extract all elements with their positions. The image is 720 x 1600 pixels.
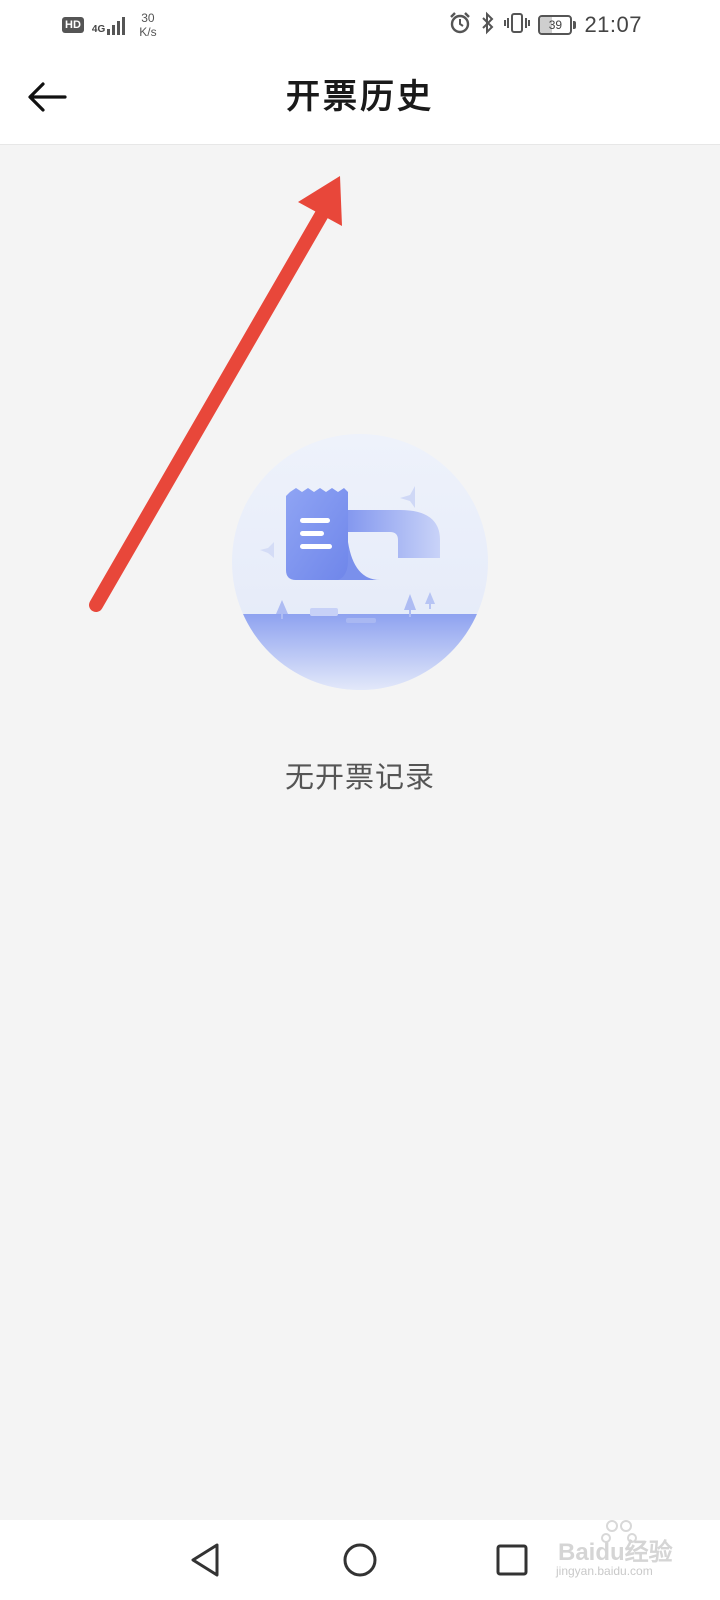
status-left: HD 4G 30 K/s xyxy=(62,8,157,42)
network-type-label: 4G xyxy=(91,24,106,35)
battery-cap xyxy=(573,21,577,29)
vibrate-icon xyxy=(504,11,531,39)
status-right: 39 21:07 xyxy=(448,8,642,42)
net-speed-unit: K/s xyxy=(139,25,157,39)
net-speed: 30 K/s xyxy=(139,11,156,39)
alarm-icon xyxy=(448,11,472,39)
red-arrow-annotation xyxy=(89,176,342,612)
battery-icon: 39 xyxy=(538,15,577,35)
status-bar: HD 4G 30 K/s 39 21:07 xyxy=(0,0,720,50)
nav-home-icon xyxy=(343,1543,377,1577)
hd-icon: HD xyxy=(62,17,84,33)
watermark-site: jingyan.baidu.com xyxy=(556,1564,653,1578)
page-title: 开票历史 xyxy=(286,77,434,117)
nav-back-icon xyxy=(191,1543,219,1577)
nav-back-button[interactable] xyxy=(180,1534,232,1586)
watermark: Baidu经验 jingyan.baidu.com xyxy=(552,1520,682,1584)
receipt-illustration xyxy=(230,432,490,692)
battery-level: 39 xyxy=(548,18,563,32)
signal-bars xyxy=(107,15,126,35)
battery-body: 39 xyxy=(538,15,573,35)
nav-home-button[interactable] xyxy=(334,1534,386,1586)
empty-message: 无开票记录 xyxy=(284,760,435,794)
signal-icon: 4G xyxy=(91,15,126,35)
nav-recent-button[interactable] xyxy=(486,1534,538,1586)
net-speed-value: 30 xyxy=(141,11,155,25)
nav-recent-icon xyxy=(496,1544,528,1576)
watermark-brand: Baidu经验 xyxy=(558,1539,673,1566)
app-header: 开票历史 xyxy=(0,50,720,145)
clock: 21:07 xyxy=(584,12,642,37)
bluetooth-icon xyxy=(480,11,496,39)
